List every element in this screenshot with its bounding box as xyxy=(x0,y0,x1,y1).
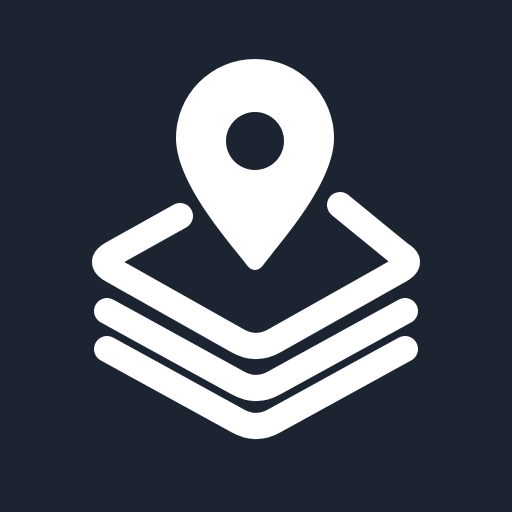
app-icon xyxy=(0,0,512,512)
map-layers-pin-icon xyxy=(92,59,420,439)
location-pin-hole xyxy=(226,112,284,170)
